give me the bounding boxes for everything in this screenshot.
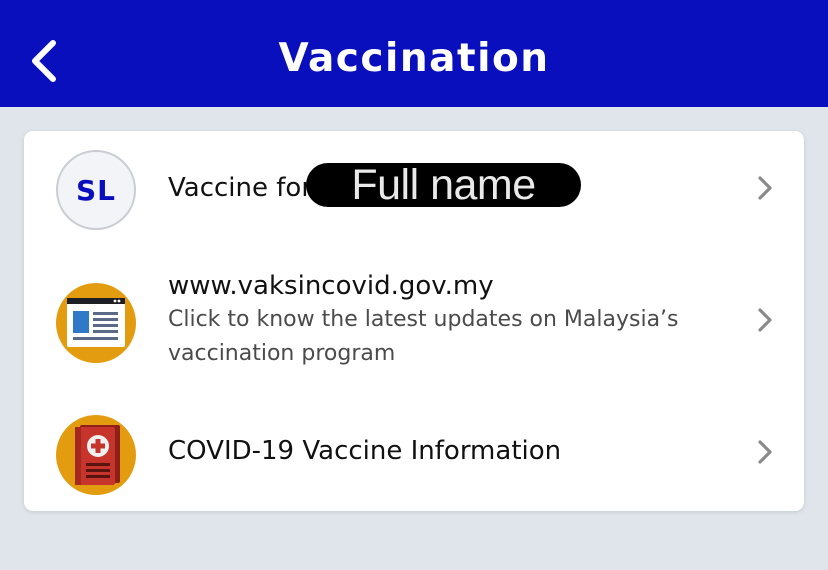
chevron-right-icon (758, 308, 772, 332)
app-header: Vaccination (0, 0, 828, 107)
medical-book-icon (56, 415, 136, 495)
list-item-vaccine-for[interactable]: SL Vaccine for Full name (24, 131, 804, 245)
vaccine-info-title: COVID-19 Vaccine Information (168, 436, 562, 466)
page-title: Vaccination (278, 35, 550, 81)
website-description-line-1: Click to know the latest updates on Mala… (168, 307, 679, 332)
vaccine-for-label: Vaccine for (168, 173, 313, 203)
website-description-line-2: vaccination program (168, 341, 396, 366)
vaccination-card: SL Vaccine for Full name www.vaksincovid… (24, 131, 804, 511)
webpage-icon (56, 283, 136, 363)
website-url: www.vaksincovid.gov.my (168, 271, 494, 301)
vaccine-for-text: Vaccine for (168, 171, 312, 205)
chevron-right-icon (758, 440, 772, 464)
vaccine-info-text-block: COVID-19 Vaccine Information (168, 434, 561, 468)
chevron-right-icon (758, 176, 772, 200)
redacted-full-name: Full name (306, 163, 581, 207)
avatar: SL (56, 150, 136, 230)
website-text-block: www.vaksincovid.gov.my Click to know the… (168, 269, 679, 371)
